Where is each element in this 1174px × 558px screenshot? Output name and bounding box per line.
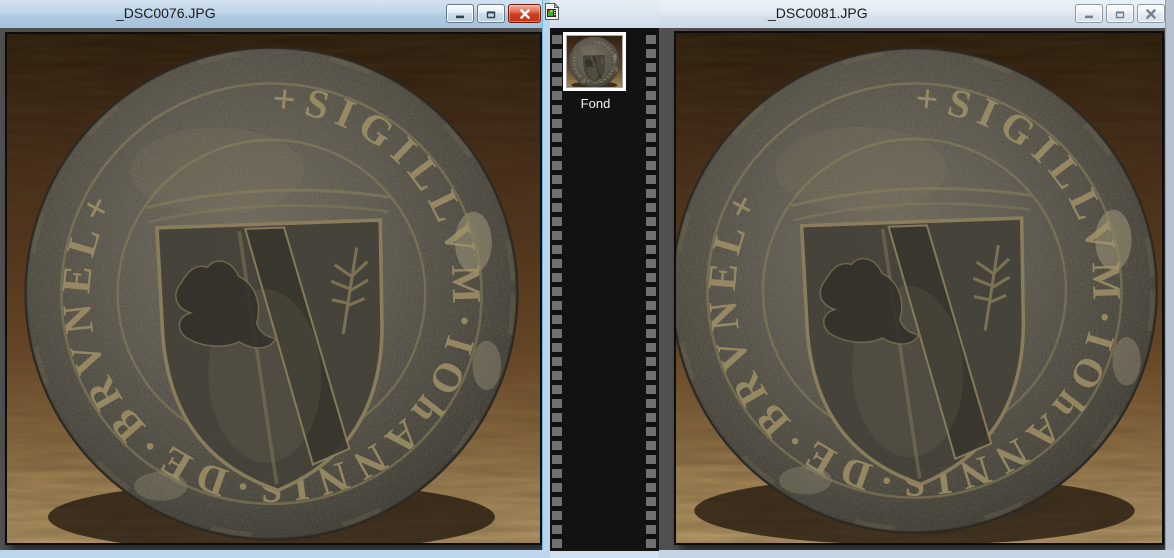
seal-photo-right (676, 33, 1162, 543)
restore-icon (1114, 8, 1126, 20)
filmstrip-panel: Fond (550, 0, 659, 558)
window-title: _DSC0081.JPG (768, 5, 868, 21)
image-window-dsc0081: _DSC0081.JPG (659, 0, 1174, 558)
restore-button[interactable] (1106, 4, 1134, 23)
close-button[interactable] (1137, 4, 1165, 23)
film-sprockets-right (646, 30, 656, 551)
minimize-button[interactable] (1075, 4, 1103, 23)
desktop: +SIGILLVM·IOhANNIS·DE·BRVNEL+ (0, 0, 1174, 558)
film-sprockets-left (552, 30, 562, 551)
window-border (659, 550, 1174, 558)
close-icon (1145, 8, 1157, 20)
window-border (1165, 0, 1174, 558)
window-title: _DSC0076.JPG (116, 5, 216, 21)
thumbnail-fond[interactable]: Fond (563, 32, 628, 111)
filmstrip-titlebar[interactable] (550, 0, 659, 28)
photo-dsc0081 (674, 31, 1164, 545)
thumbnail-label: Fond (563, 96, 628, 111)
titlebar-right[interactable]: _DSC0081.JPG (659, 0, 1174, 29)
window-border (0, 550, 551, 558)
restore-button[interactable] (477, 4, 505, 23)
photo-dsc0076 (5, 32, 542, 545)
titlebar-left[interactable]: _DSC0076.JPG (0, 0, 551, 29)
window-controls (446, 4, 541, 23)
minimize-button[interactable] (446, 4, 474, 23)
window-controls (1075, 4, 1165, 23)
photo-canvas-right (659, 28, 1166, 550)
photo-canvas-left (0, 28, 543, 550)
restore-icon (485, 8, 497, 20)
seal-photo-left (7, 34, 540, 543)
thumbnail-image (563, 32, 626, 91)
image-window-dsc0076: _DSC0076.JPG (0, 0, 551, 558)
close-button[interactable] (508, 4, 541, 23)
seal-thumbnail (566, 35, 623, 88)
minimize-icon (454, 8, 466, 20)
image-file-icon (544, 2, 560, 21)
filmstrip-body: Fond (550, 28, 659, 551)
window-border (550, 551, 659, 558)
close-icon (519, 8, 531, 20)
minimize-icon (1083, 8, 1095, 20)
